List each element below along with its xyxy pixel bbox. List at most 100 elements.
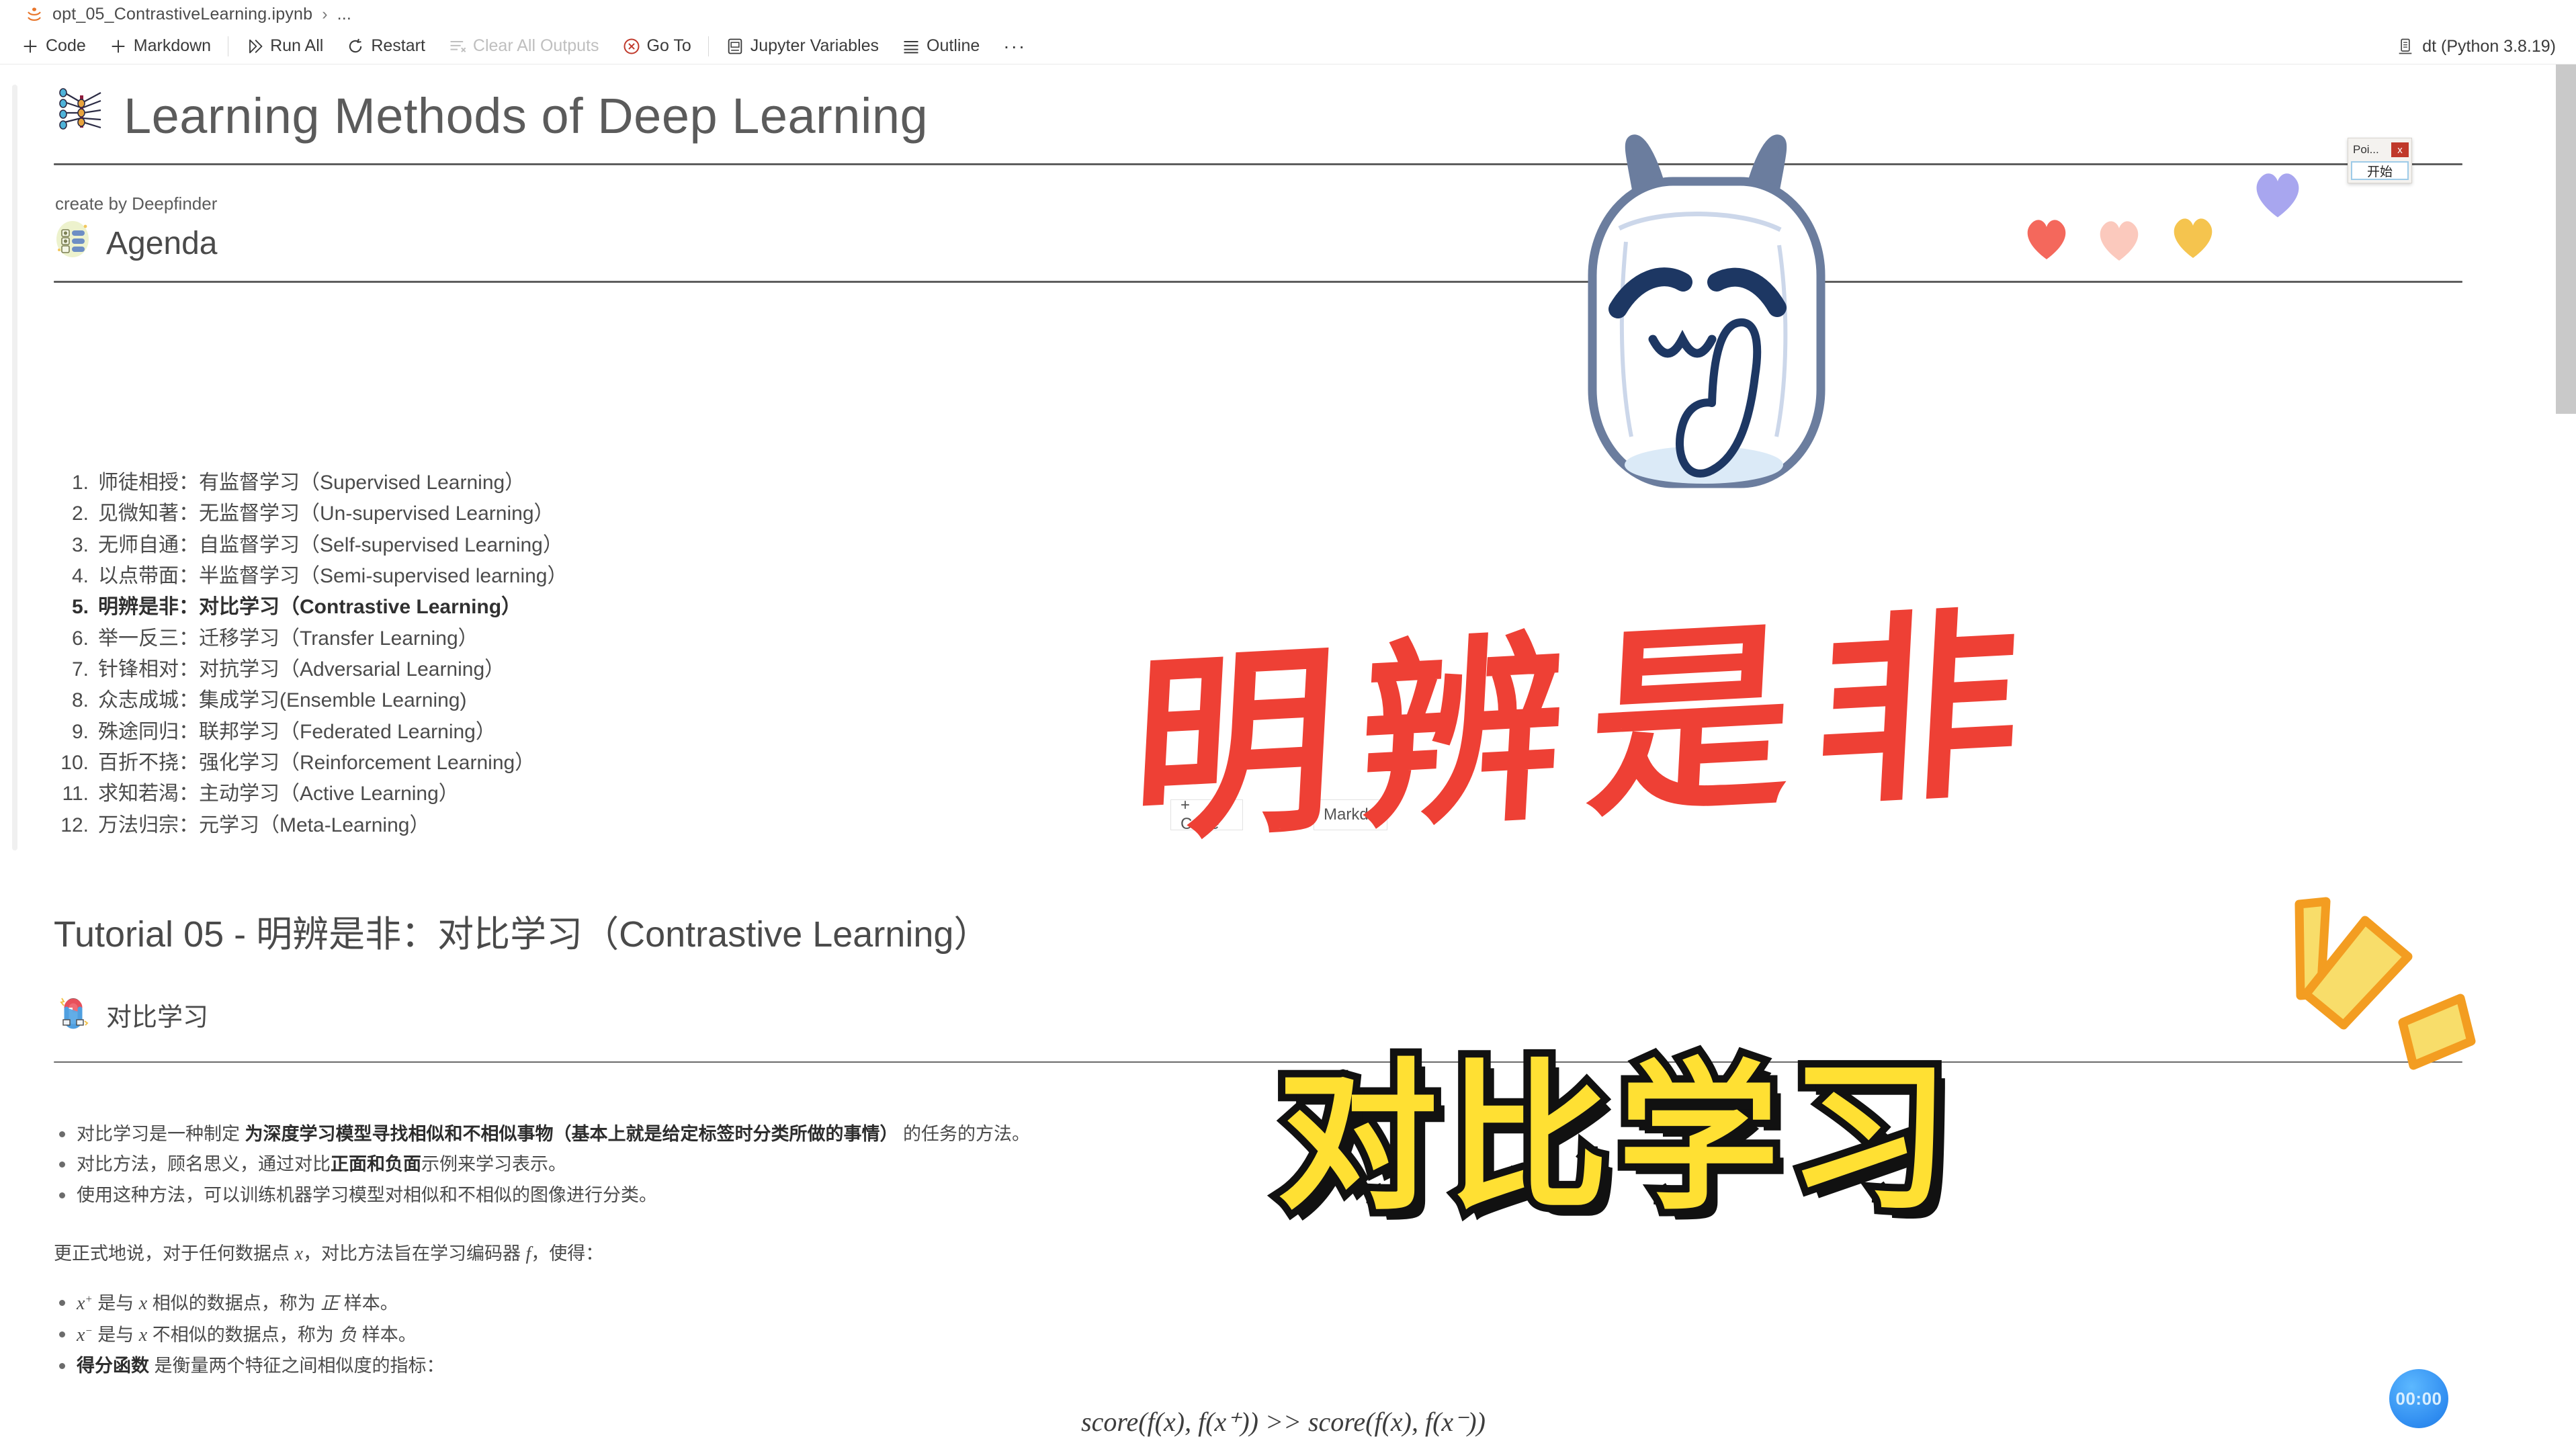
list-item: 5. 明辨是非：对比学习（Contrastive Learning） [54,592,1532,623]
list-item-number: 12. [60,814,89,836]
sample-text-tail: 样本。 [339,1293,398,1314]
list-item: 10. 百折不挠：强化学习（Reinforcement Learning） [54,748,1532,779]
kernel-picker[interactable]: dt (Python 3.8.19) [2396,28,2556,64]
bullet-text-post: 示例来学习表示。 [421,1154,566,1175]
list-item-number: 6. [71,627,89,650]
list-item-number: 3. [71,533,89,556]
start-button[interactable]: 开始 [2351,161,2409,180]
sample-text-post: 相似的数据点，称为 [147,1293,321,1314]
list-item-label: 无师自通：自监督学习（Self-supervised Learning） [98,533,563,556]
paragraph-part-b: ，对比方法旨在学习编码器 [302,1243,526,1264]
jupyter-notebook-icon [26,5,43,23]
math-sign-plus: + [85,1292,93,1306]
hover-add-markdown-button[interactable]: Markdo [1314,799,1387,830]
outline-icon [904,40,918,53]
kernel-server-icon [2399,38,2412,54]
close-icon[interactable]: x [2391,142,2409,157]
restart-label: Restart [371,36,425,55]
plus-icon [112,40,125,52]
restart-icon [349,38,362,52]
list-item-number: 8. [71,689,89,712]
agenda-heading-text: Agenda [106,225,218,261]
markdown-cell-section[interactable]: 对比学习 [54,992,2513,1063]
bullet-text-pre: 使用这种方法，可以训练机器学习模型对相似和不相似的图像进行分类。 [77,1184,657,1205]
outline-label: Outline [927,36,980,55]
markdown-cell-bullets[interactable]: 对比学习是一种制定 为深度学习模型寻找相似和不相似事物（基本上就是给定标签时分类… [54,1119,2513,1438]
list-item: 12. 万法归宗：元学习（Meta-Learning） [54,810,1532,841]
math-x-plus: x [77,1293,85,1315]
section-heading: 对比学习 [54,992,2513,1037]
jupyter-variables-label: Jupyter Variables [750,36,879,55]
go-to-button[interactable]: Go To [611,32,703,61]
math-x2: x [138,1293,148,1315]
neural-network-icon [54,83,109,148]
math-x2: x [138,1325,148,1346]
agenda-divider [54,281,2462,283]
outline-button[interactable]: Outline [890,32,991,61]
breadcrumb-more[interactable]: ... [337,5,351,24]
title-divider [54,163,2462,166]
list-item-number: 7. [71,658,89,681]
clear-all-outputs-label: Clear All Outputs [472,36,599,55]
list-item: 1. 师徒相授：有监督学习（Supervised Learning） [54,468,1532,498]
floating-widget-titlebar: Poi... x [2351,141,2409,159]
list-item: 6. 举一反三：迁移学习（Transfer Learning） [54,623,1532,654]
vertical-scrollbar[interactable] [2556,64,2576,1449]
score-function-label: 得分函数 [77,1356,149,1376]
list-item-number: 5. [71,596,89,619]
run-all-button[interactable]: Run All [234,32,335,61]
page-title: Learning Methods of Deep Learning [54,83,2513,148]
restart-button[interactable]: Restart [335,32,437,61]
add-code-cell-label: Code [46,36,86,55]
list-item: 2. 见微知著：无监督学习（Un-supervised Learning） [54,498,1532,529]
list-item-label: 殊途同归：联邦学习（Federated Learning） [98,720,496,743]
breadcrumb: opt_05_ContrastiveLearning.ipynb › ... [0,0,2576,28]
list-item-number: 4. [71,565,89,588]
bullet-list: 对比学习是一种制定 为深度学习模型寻找相似和不相似事物（基本上就是给定标签时分类… [54,1119,2513,1211]
math-x: x [294,1243,303,1265]
sample-text-post: 不相似的数据点，称为 [147,1325,339,1346]
add-markdown-cell-button[interactable]: Markdown [97,32,222,61]
list-item-label: 求知若渴：主动学习（Active Learning） [98,783,459,805]
list-item-label: 百折不挠：强化学习（Reinforcement Learning） [98,752,535,775]
score-formula: score(f(x), f(x⁺)) >> score(f(x), f(x⁻)) [1081,1406,1486,1437]
variables-icon [728,38,742,54]
markdown-cell-agenda[interactable]: Agenda [54,220,2513,283]
sample-emphasis: 正 [320,1293,339,1314]
agenda-list-icon [54,220,91,266]
list-item: 4. 以点带面：半监督学习（Semi-supervised learning） [54,561,1532,592]
formal-paragraph: 更正式地说，对于任何数据点 x，对比方法旨在学习编码器 f，使得： [54,1239,2513,1265]
bullet-text-bold: 为深度学习模型寻找相似和不相似事物（基本上就是给定标签时分类所做的事情） [245,1124,898,1144]
cell-indicator-bar [12,85,17,850]
toolbar-divider-2 [707,36,709,56]
page-title-text: Learning Methods of Deep Learning [124,88,929,144]
bullet-text-post: 的任务的方法。 [898,1124,1031,1144]
toolbar-overflow-button[interactable]: ··· [991,36,1038,57]
markdown-cell-tutorial[interactable]: Tutorial 05 - 明辨是非：对比学习（Contrastive Lear… [54,904,2513,957]
scrollbar-thumb[interactable] [2556,64,2576,414]
list-item-number: 9. [71,720,89,743]
list-item: 对比学习是一种制定 为深度学习模型寻找相似和不相似事物（基本上就是给定标签时分类… [54,1119,2513,1149]
plus-icon [24,40,37,52]
agenda-list-cell[interactable]: 1. 师徒相授：有监督学习（Supervised Learning） 2. 见微知著… [54,468,1532,841]
section-heading-text: 对比学习 [106,1003,209,1032]
markdown-cell-title[interactable]: Learning Methods of Deep Learning create… [54,83,2513,214]
floating-widget[interactable]: Poi... x 开始 [2348,138,2412,183]
list-item: 7. 针锋相对：对抗学习（Adversarial Learning） [54,654,1532,685]
jupyter-variables-button[interactable]: Jupyter Variables [714,32,890,61]
list-item-number: 2. [71,502,89,525]
hover-add-code-button[interactable]: + Code [1170,796,1243,833]
bullet-text-pre: 对比学习是一种制定 [77,1124,245,1144]
add-code-cell-button[interactable]: Code [9,32,97,61]
breadcrumb-file[interactable]: opt_05_ContrastiveLearning.ipynb [52,5,312,24]
clear-all-outputs-button[interactable]: Clear All Outputs [437,32,611,61]
notebook-toolbar: Code Markdown Run All Restart Clear All … [0,28,2576,64]
list-item-label: 针锋相对：对抗学习（Adversarial Learning） [98,658,505,681]
list-item-label: 明辨是非：对比学习（Contrastive Learning） [98,596,522,619]
go-to-icon [624,38,639,54]
app-root: opt_05_ContrastiveLearning.ipynb › ... C… [0,0,2576,1449]
byline: create by Deepfinder [55,193,218,214]
clear-outputs-icon [450,40,466,52]
list-item-label: 师徒相授：有监督学习（Supervised Learning） [98,472,525,494]
sample-text-mid: 是与 [92,1293,139,1314]
